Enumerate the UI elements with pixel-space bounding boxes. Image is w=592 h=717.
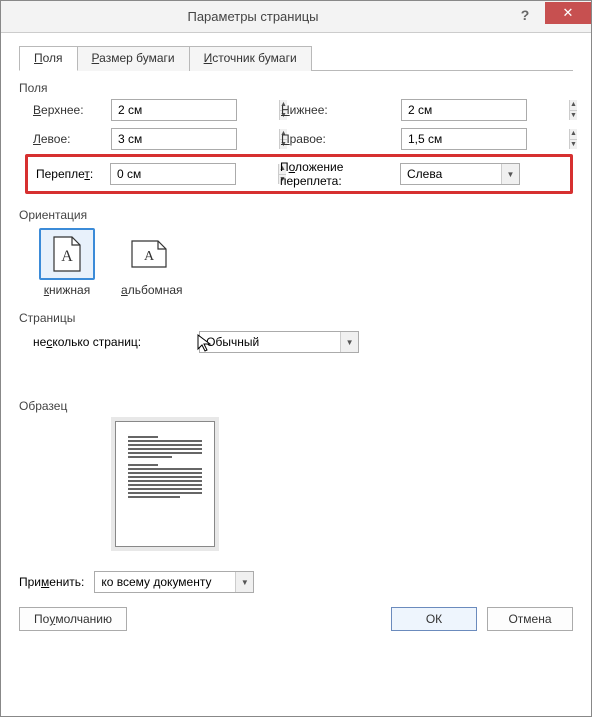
tab-paper-source[interactable]: Источник бумаги: [189, 46, 312, 71]
svg-text:A: A: [144, 249, 155, 264]
label-apply-to: Применить:: [19, 575, 84, 589]
section-preview-title: Образец: [19, 399, 573, 413]
portrait-page-icon: A: [53, 236, 81, 272]
combo-multiple-pages-value: Обычный: [200, 335, 340, 349]
chevron-down-icon[interactable]: ▼: [340, 332, 358, 352]
spin-up-icon[interactable]: ▲: [570, 100, 577, 111]
section-pages-title: Страницы: [19, 311, 573, 325]
combo-apply-to-value: ко всему документу: [95, 575, 235, 589]
svg-text:A: A: [61, 248, 73, 265]
landscape-page-icon: A: [131, 240, 167, 268]
close-button[interactable]: ✕: [545, 2, 591, 24]
window-title: Параметры страницы: [1, 9, 505, 24]
input-bottom-margin[interactable]: ▲▼: [401, 99, 527, 121]
combo-gutter-position[interactable]: Слева ▼: [400, 163, 520, 185]
spin-down-icon[interactable]: ▼: [570, 111, 577, 121]
section-orientation-title: Ориентация: [19, 208, 573, 222]
combo-apply-to[interactable]: ко всему документу ▼: [94, 571, 254, 593]
default-button[interactable]: По умолчанию: [19, 607, 127, 631]
tab-paper-size[interactable]: Размер бумаги: [77, 46, 190, 71]
input-right-margin[interactable]: ▲▼: [401, 128, 527, 150]
gutter-row-highlight: Переплет: ▲▼ Положение переплета: Слева …: [25, 154, 573, 194]
input-gutter[interactable]: ▲▼: [110, 163, 236, 185]
tab-strip: Поля Размер бумаги Источник бумаги: [19, 45, 573, 71]
help-button[interactable]: ?: [505, 3, 545, 27]
orientation-landscape-label: альбомная: [121, 283, 183, 297]
input-bottom-margin-field[interactable]: [402, 100, 569, 120]
orientation-portrait[interactable]: A книжная: [39, 228, 95, 297]
orientation-landscape[interactable]: A альбомная: [121, 228, 183, 297]
input-right-margin-field[interactable]: [402, 129, 569, 149]
label-left-margin: Левое:: [33, 132, 111, 146]
chevron-down-icon[interactable]: ▼: [501, 164, 519, 184]
input-top-margin[interactable]: ▲▼: [111, 99, 237, 121]
titlebar: Параметры страницы ? ✕: [1, 1, 591, 33]
ok-button[interactable]: ОК: [391, 607, 477, 631]
spin-down-icon[interactable]: ▼: [570, 140, 577, 150]
tab-margins[interactable]: Поля: [19, 46, 78, 71]
label-gutter: Переплет:: [36, 167, 110, 181]
orientation-portrait-label: книжная: [39, 283, 95, 297]
label-bottom-margin: Нижнее:: [281, 103, 401, 117]
label-top-margin: Верхнее:: [33, 103, 111, 117]
label-multiple-pages: несколько страниц:: [33, 335, 141, 349]
cancel-button[interactable]: Отмена: [487, 607, 573, 631]
input-left-margin-field[interactable]: [112, 129, 279, 149]
section-margins-title: Поля: [19, 81, 573, 95]
spin-up-icon[interactable]: ▲: [570, 129, 577, 140]
combo-multiple-pages[interactable]: Обычный ▼: [199, 331, 359, 353]
label-right-margin: Правое:: [281, 132, 401, 146]
input-top-margin-field[interactable]: [112, 100, 279, 120]
input-gutter-field[interactable]: [111, 164, 278, 184]
preview-area: [115, 421, 573, 547]
chevron-down-icon[interactable]: ▼: [235, 572, 253, 592]
label-gutter-position: Положение переплета:: [280, 160, 400, 188]
input-left-margin[interactable]: ▲▼: [111, 128, 237, 150]
preview-page-icon: [115, 421, 215, 547]
combo-gutter-position-value: Слева: [401, 167, 501, 181]
